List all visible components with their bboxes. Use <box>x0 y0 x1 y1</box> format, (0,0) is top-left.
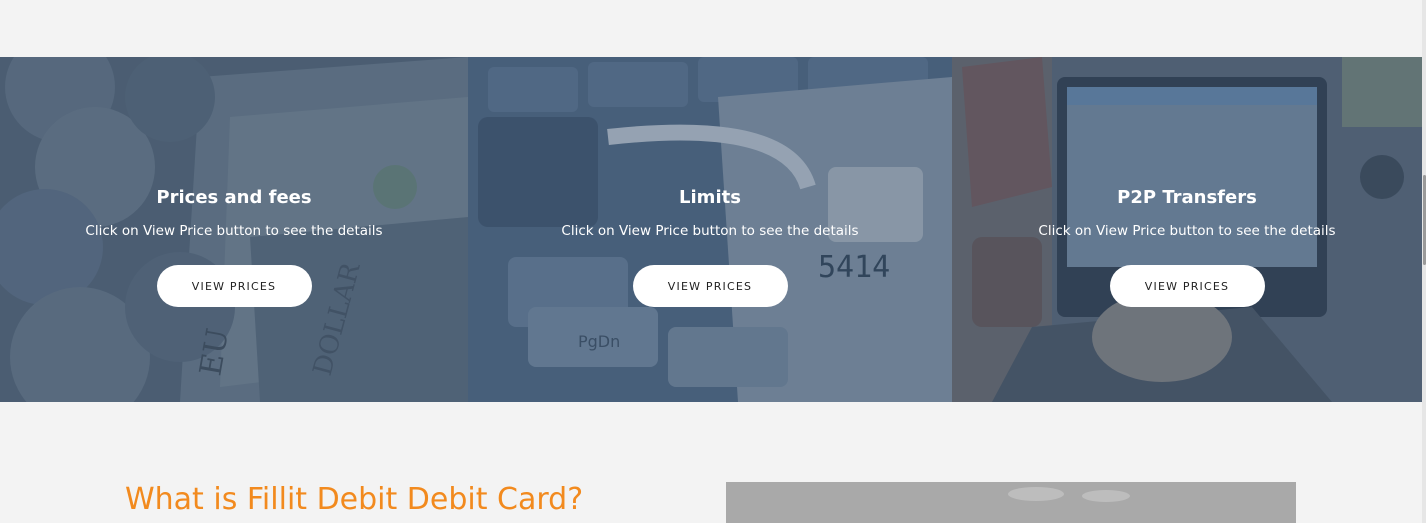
card-p2p-transfers: P2P Transfers Click on View Price button… <box>952 57 1422 402</box>
feature-cards: EU DOLLAR Prices and fees Click on View … <box>0 57 1422 402</box>
card-title: Limits <box>679 187 741 208</box>
card-description: Click on View Price button to see the de… <box>1038 223 1336 239</box>
scrollbar[interactable] <box>1422 0 1426 523</box>
view-prices-button[interactable]: VIEW PRICES <box>1109 265 1265 307</box>
page: EU DOLLAR Prices and fees Click on View … <box>0 0 1426 523</box>
card-limits: PgDn 5414 Limits Click on View Price but… <box>468 57 952 402</box>
card-description: Click on View Price button to see the de… <box>561 223 859 239</box>
view-prices-button[interactable]: VIEW PRICES <box>632 265 788 307</box>
about-image <box>726 482 1296 523</box>
illustration-image <box>726 482 1296 523</box>
card-description: Click on View Price button to see the de… <box>85 223 383 239</box>
view-prices-button[interactable]: VIEW PRICES <box>156 265 312 307</box>
section-title: What is Fillit Debit Debit Card? <box>125 482 584 517</box>
card-prices-and-fees: EU DOLLAR Prices and fees Click on View … <box>0 57 468 402</box>
card-title: P2P Transfers <box>1117 187 1257 208</box>
card-title: Prices and fees <box>156 187 312 208</box>
